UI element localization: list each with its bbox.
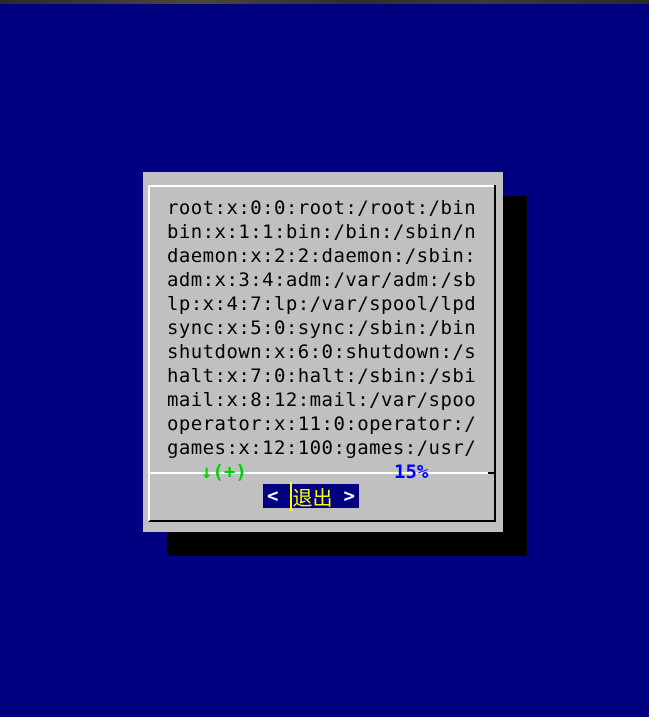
text-line: games:x:12:100:games:/usr/	[167, 437, 477, 459]
button-left-bracket: <	[267, 485, 279, 507]
button-divider-edge	[488, 472, 496, 474]
text-line: adm:x:3:4:adm:/var/adm:/sb	[167, 269, 477, 291]
text-line: bin:x:1:1:bin:/bin:/sbin/n	[167, 221, 477, 243]
file-content-area[interactable]: root:x:0:0:root:/root:/bin bin:x:1:1:bin…	[167, 196, 479, 460]
text-line: sync:x:5:0:sync:/sbin:/bin	[167, 317, 477, 339]
text-line: lp:x:4:7:lp:/var/spool/lpd	[167, 293, 477, 315]
text-line: root:x:0:0:root:/root:/bin	[167, 197, 477, 219]
scroll-percent: 15%	[394, 461, 429, 483]
text-line: shutdown:x:6:0:shutdown:/s	[167, 341, 477, 363]
button-right-bracket: >	[343, 485, 355, 507]
textbox-dialog: root:x:0:0:root:/root:/bin bin:x:1:1:bin…	[143, 172, 503, 532]
text-line: operator:x:11:0:operator:/	[167, 413, 477, 435]
text-line: daemon:x:2:2:daemon:/sbin:	[167, 245, 477, 267]
text-line: mail:x:8:12:mail:/var/spoo	[167, 389, 477, 411]
exit-button[interactable]: < 退出 >	[263, 481, 359, 511]
exit-button-label: 退出	[289, 481, 333, 511]
more-below-indicator: ↓(+)	[201, 461, 247, 483]
text-line: halt:x:7:0:halt:/sbin:/sbi	[167, 365, 477, 387]
scroll-edge	[494, 185, 496, 473]
window-top-edge	[0, 0, 649, 4]
